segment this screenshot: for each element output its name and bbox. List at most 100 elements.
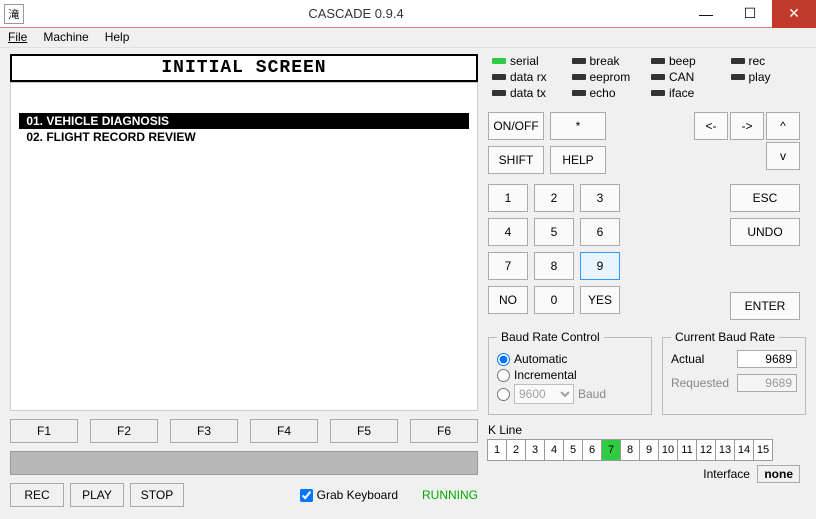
esc-button[interactable]: ESC: [730, 184, 800, 212]
kline-7[interactable]: 7: [601, 439, 621, 461]
help-button[interactable]: HELP: [550, 146, 606, 174]
kline-14[interactable]: 14: [734, 439, 754, 461]
led-icon: [572, 74, 586, 80]
menu-machine[interactable]: Machine: [43, 30, 88, 45]
star-button[interactable]: *: [550, 112, 606, 140]
down-button[interactable]: v: [766, 142, 800, 170]
close-button[interactable]: ✕: [772, 0, 816, 28]
enter-button[interactable]: ENTER: [730, 292, 800, 320]
app-icon: 滝: [4, 4, 24, 24]
no-button[interactable]: NO: [488, 286, 528, 314]
led-icon: [492, 58, 506, 64]
kline-15[interactable]: 15: [753, 439, 773, 461]
fkey-f4[interactable]: F4: [250, 419, 318, 443]
play-button[interactable]: PLAY: [70, 483, 124, 507]
num-4-button[interactable]: 4: [488, 218, 528, 246]
baud-manual-radio[interactable]: [497, 388, 510, 401]
menu-help[interactable]: Help: [105, 30, 130, 45]
kline-5[interactable]: 5: [563, 439, 583, 461]
baud-inc-label: Incremental: [514, 368, 577, 382]
grab-keyboard-check[interactable]: Grab Keyboard: [300, 488, 398, 502]
requested-label: Requested: [671, 376, 729, 390]
kline-4[interactable]: 4: [544, 439, 564, 461]
indicator-beep: beep: [651, 54, 723, 68]
dpad: <- ^ -> v: [694, 112, 800, 174]
baud-auto-radio[interactable]: [497, 353, 510, 366]
menubar: File Machine Help: [0, 28, 816, 48]
indicator-break: break: [572, 54, 644, 68]
num-1-button[interactable]: 1: [488, 184, 528, 212]
kline-11[interactable]: 11: [677, 439, 697, 461]
rec-button[interactable]: REC: [10, 483, 64, 507]
onoff-button[interactable]: ON/OFF: [488, 112, 544, 140]
fkey-f6[interactable]: F6: [410, 419, 478, 443]
current-legend: Current Baud Rate: [671, 330, 779, 344]
titlebar: 滝 CASCADE 0.9.4 — ☐ ✕: [0, 0, 816, 28]
requested-value: [737, 374, 797, 392]
indicator-eeprom: eeprom: [572, 70, 644, 84]
num-9-button[interactable]: 9: [580, 252, 620, 280]
menu-file[interactable]: File: [8, 30, 27, 45]
kline-3[interactable]: 3: [525, 439, 545, 461]
baud-unit-label: Baud: [578, 387, 606, 401]
fkey-f3[interactable]: F3: [170, 419, 238, 443]
fkey-f5[interactable]: F5: [330, 419, 398, 443]
screen-row[interactable]: 01. VEHICLE DIAGNOSIS: [19, 113, 469, 129]
screen-row[interactable]: 02. FLIGHT RECORD REVIEW: [19, 129, 469, 145]
num-3-button[interactable]: 3: [580, 184, 620, 212]
indicator-data-rx: data rx: [492, 70, 564, 84]
right-button[interactable]: ->: [730, 112, 764, 140]
zero-button[interactable]: 0: [534, 286, 574, 314]
num-2-button[interactable]: 2: [534, 184, 574, 212]
window-title: CASCADE 0.9.4: [28, 6, 684, 21]
screen-body: 01. VEHICLE DIAGNOSIS 02. FLIGHT RECORD …: [10, 82, 478, 411]
progress-bar: [10, 451, 478, 475]
led-icon: [651, 90, 665, 96]
indicator-iface: iface: [651, 86, 723, 100]
fkey-f1[interactable]: F1: [10, 419, 78, 443]
led-icon: [492, 90, 506, 96]
led-icon: [492, 74, 506, 80]
yes-button[interactable]: YES: [580, 286, 620, 314]
actual-value: [737, 350, 797, 368]
kline-6[interactable]: 6: [582, 439, 602, 461]
kline-13[interactable]: 13: [715, 439, 735, 461]
numpad: 123 456 789: [488, 184, 620, 280]
kline-9[interactable]: 9: [639, 439, 659, 461]
interface-value: none: [757, 465, 800, 483]
kline-2[interactable]: 2: [506, 439, 526, 461]
shift-button[interactable]: SHIFT: [488, 146, 544, 174]
indicator-play: play: [731, 70, 803, 84]
led-icon: [731, 58, 745, 64]
baud-rate-control: Baud Rate Control Automatic Incremental …: [488, 330, 652, 415]
grab-keyboard-input[interactable]: [300, 489, 313, 502]
kline-12[interactable]: 12: [696, 439, 716, 461]
fkey-f2[interactable]: F2: [90, 419, 158, 443]
kline-1[interactable]: 1: [487, 439, 507, 461]
kline-8[interactable]: 8: [620, 439, 640, 461]
maximize-button[interactable]: ☐: [728, 0, 772, 28]
current-baud: Current Baud Rate Actual Requested: [662, 330, 806, 415]
kline-label: K Line: [488, 423, 806, 437]
baud-inc-radio[interactable]: [497, 369, 510, 382]
led-icon: [731, 74, 745, 80]
undo-button[interactable]: UNDO: [730, 218, 800, 246]
up-button[interactable]: ^: [766, 112, 800, 140]
num-7-button[interactable]: 7: [488, 252, 528, 280]
grab-keyboard-label: Grab Keyboard: [317, 488, 398, 502]
num-8-button[interactable]: 8: [534, 252, 574, 280]
minimize-button[interactable]: —: [684, 0, 728, 28]
baud-auto-label: Automatic: [514, 352, 567, 366]
kline-10[interactable]: 10: [658, 439, 678, 461]
stop-button[interactable]: STOP: [130, 483, 184, 507]
num-6-button[interactable]: 6: [580, 218, 620, 246]
indicator-data-tx: data tx: [492, 86, 564, 100]
led-icon: [572, 58, 586, 64]
num-5-button[interactable]: 5: [534, 218, 574, 246]
indicator-CAN: CAN: [651, 70, 723, 84]
baud-select[interactable]: 9600: [514, 384, 574, 404]
interface-status: Interface none: [488, 467, 806, 481]
left-button[interactable]: <-: [694, 112, 728, 140]
indicator-rec: rec: [731, 54, 803, 68]
led-icon: [572, 90, 586, 96]
